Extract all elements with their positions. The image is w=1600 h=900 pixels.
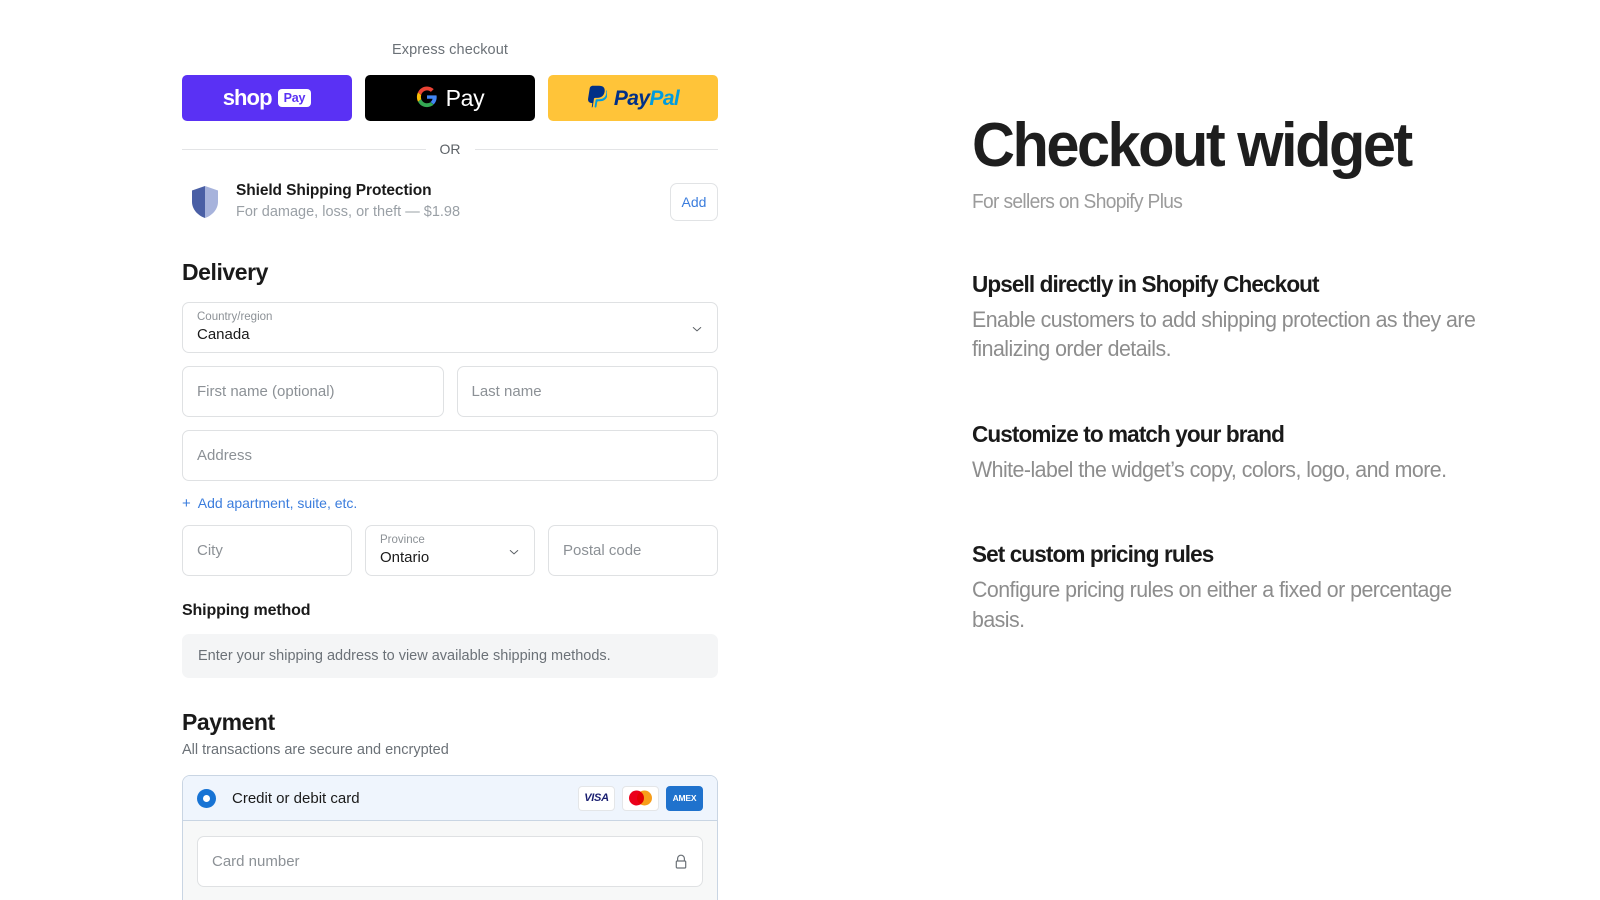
shield-icon: [190, 185, 220, 219]
credit-debit-card-label: Credit or debit card: [232, 790, 578, 807]
offer-title: Shield Shipping Protection: [236, 181, 670, 201]
paypal-button[interactable]: PayPal: [548, 75, 718, 121]
shop-pay-wordmark: shop: [223, 87, 272, 109]
country-region-value: Canada: [197, 325, 703, 345]
mastercard-right-circle: [637, 791, 652, 806]
divider-rule-left: [182, 149, 426, 150]
postal-code-placeholder: Postal code: [563, 542, 641, 559]
add-apartment-link[interactable]: + Add apartment, suite, etc.: [182, 495, 357, 511]
add-button-label: Add: [682, 194, 707, 210]
first-name-placeholder: First name (optional): [197, 383, 335, 400]
promo-title: Checkout widget: [972, 115, 1510, 177]
country-region-inner: Country/region Canada: [197, 303, 703, 352]
promo-panel: Checkout widget For sellers on Shopify P…: [972, 0, 1532, 900]
google-g-icon: [416, 86, 438, 111]
last-name-placeholder: Last name: [472, 383, 542, 400]
shop-pay-logo: shop Pay: [223, 87, 312, 109]
card-number-input[interactable]: Card number: [197, 836, 703, 887]
mastercard-icon: [622, 786, 659, 811]
checkout-widget-promo-page: Express checkout shop Pay: [0, 0, 1600, 900]
shipping-protection-offer-row: Shield Shipping Protection For damage, l…: [182, 176, 718, 228]
feature-3-title: Set custom pricing rules: [972, 540, 1510, 568]
delivery-heading: Delivery: [182, 259, 718, 286]
paypal-p-icon: [587, 85, 607, 111]
offer-text-block: Shield Shipping Protection For damage, l…: [236, 181, 670, 223]
visa-icon: VISA: [578, 786, 615, 811]
divider-label: OR: [440, 141, 461, 157]
feature-1-title: Upsell directly in Shopify Checkout: [972, 270, 1510, 298]
radio-inner-dot: [203, 795, 210, 802]
paypal-logo: PayPal: [587, 85, 679, 111]
last-name-input[interactable]: Last name: [457, 366, 719, 417]
country-region-label: Country/region: [197, 310, 703, 324]
shipping-method-note: Enter your shipping address to view avai…: [182, 634, 718, 678]
city-input[interactable]: City: [182, 525, 352, 576]
google-pay-logo: Pay: [416, 86, 485, 111]
express-checkout-label: Express checkout: [182, 0, 718, 58]
plus-icon: +: [182, 496, 191, 511]
card-number-placeholder: Card number: [212, 853, 300, 870]
credit-debit-card-option[interactable]: Credit or debit card VISA AMEX: [183, 776, 717, 821]
province-value: Ontario: [380, 548, 520, 568]
name-fields-row: First name (optional) Last name: [182, 366, 718, 417]
payment-subheading: All transactions are secure and encrypte…: [182, 742, 718, 758]
payment-heading: Payment: [182, 709, 718, 736]
divider-rule-right: [475, 149, 719, 150]
card-brand-badges: VISA AMEX: [578, 786, 703, 811]
city-placeholder: City: [197, 542, 223, 559]
feature-1-description: Enable customers to add shipping protect…: [972, 305, 1501, 364]
shop-pay-pill: Pay: [278, 89, 312, 107]
shipping-method-note-text: Enter your shipping address to view avai…: [198, 648, 611, 664]
province-inner: Province Ontario: [380, 526, 520, 575]
feature-3-description: Configure pricing rules on either a fixe…: [972, 575, 1501, 634]
or-divider: OR: [182, 141, 718, 157]
google-pay-wordmark: Pay: [446, 87, 485, 110]
paypal-word-pal: Pal: [649, 87, 679, 110]
promo-subtitle: For sellers on Shopify Plus: [972, 191, 1510, 214]
paypal-wordmark: PayPal: [614, 88, 679, 109]
feature-block-2: Customize to match your brand White-labe…: [972, 420, 1532, 484]
address-placeholder: Address: [197, 447, 252, 464]
amex-text: AMEX: [673, 793, 697, 803]
chevron-down-icon: [691, 322, 703, 334]
first-name-input[interactable]: First name (optional): [182, 366, 444, 417]
add-apartment-label: Add apartment, suite, etc.: [198, 495, 358, 511]
lock-icon: [674, 854, 688, 870]
feature-2-description: White-label the widget’s copy, colors, l…: [972, 455, 1501, 484]
province-label: Province: [380, 533, 520, 547]
amex-icon: AMEX: [666, 786, 703, 811]
payment-methods-box: Credit or debit card VISA AMEX Ca: [182, 775, 718, 900]
chevron-down-icon: [508, 545, 520, 557]
add-protection-button[interactable]: Add: [670, 183, 718, 221]
checkout-form-panel: Express checkout shop Pay: [182, 0, 718, 900]
card-form-body: Card number: [183, 821, 717, 900]
shipping-method-heading: Shipping method: [182, 602, 718, 620]
offer-subtitle: For damage, loss, or theft — $1.98: [236, 203, 670, 223]
radio-selected-icon[interactable]: [197, 789, 216, 808]
feature-block-1: Upsell directly in Shopify Checkout Enab…: [972, 270, 1532, 364]
paypal-word-pay: Pay: [614, 87, 650, 110]
shop-pay-button[interactable]: shop Pay: [182, 75, 352, 121]
province-select[interactable]: Province Ontario: [365, 525, 535, 576]
feature-2-title: Customize to match your brand: [972, 420, 1510, 448]
visa-text: VISA: [584, 792, 608, 804]
postal-code-input[interactable]: Postal code: [548, 525, 718, 576]
address-input[interactable]: Address: [182, 430, 718, 481]
city-province-postal-row: City Province Ontario Postal code: [182, 525, 718, 576]
express-wallet-buttons: shop Pay Pay: [182, 75, 718, 121]
google-pay-button[interactable]: Pay: [365, 75, 535, 121]
country-region-select[interactable]: Country/region Canada: [182, 302, 718, 353]
delivery-fields: Country/region Canada First name (option…: [182, 302, 718, 481]
feature-block-3: Set custom pricing rules Configure prici…: [972, 540, 1532, 634]
